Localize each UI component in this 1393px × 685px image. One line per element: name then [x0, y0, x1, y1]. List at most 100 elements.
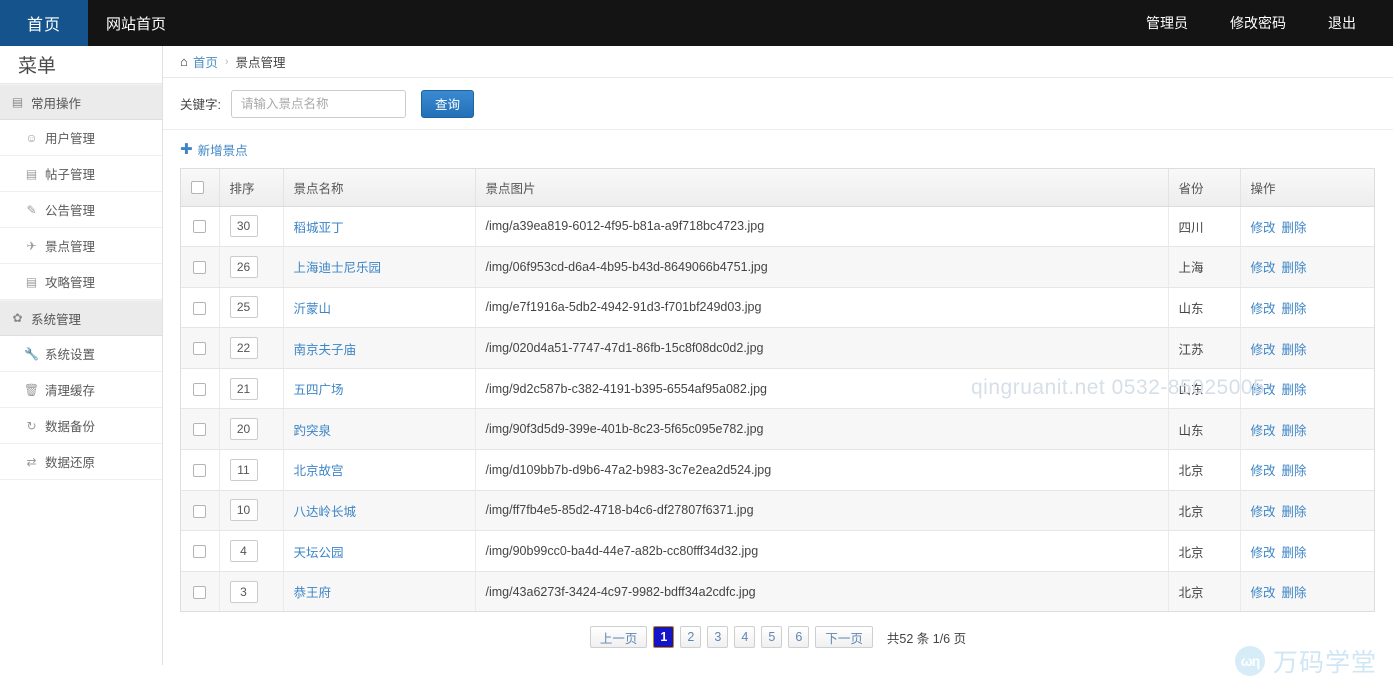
spot-image-path-cell: /img/020d4a51-7747-47d1-86fb-15c8f08dc0d… [475, 328, 1168, 369]
spot-name-link[interactable]: 天坛公园 [294, 546, 344, 560]
delete-link[interactable]: 删除 [1282, 221, 1307, 235]
edit-link[interactable]: 修改 [1251, 586, 1276, 600]
edit-link[interactable]: 修改 [1251, 221, 1276, 235]
order-input[interactable]: 22 [230, 337, 258, 359]
nav-link-logout[interactable]: 退出 [1307, 0, 1377, 46]
order-input[interactable]: 26 [230, 256, 258, 278]
edit-link[interactable]: 修改 [1251, 464, 1276, 478]
main-content: ⌂ 首页 › 景点管理 关键字: 查询 ✚ 新增景点 [163, 46, 1393, 685]
sidebar-item-data-restore[interactable]: ⇄ 数据还原 [0, 444, 162, 480]
header-order: 排序 [219, 169, 283, 206]
pagination-page-5[interactable]: 5 [761, 626, 782, 648]
edit-link[interactable]: 修改 [1251, 383, 1276, 397]
pagination-page-4[interactable]: 4 [734, 626, 755, 648]
order-input[interactable]: 3 [230, 581, 258, 603]
actions-cell: 修改删除 [1240, 571, 1374, 612]
order-input[interactable]: 4 [230, 540, 258, 562]
pen-icon: ✎ [24, 203, 39, 217]
order-input[interactable]: 10 [230, 499, 258, 521]
order-cell: 4 [219, 531, 283, 572]
spot-name-link[interactable]: 稻城亚丁 [294, 221, 344, 235]
smiley-icon: ☺ [24, 131, 39, 145]
sidebar-item-travel-guide-management[interactable]: ▤ 攻略管理 [0, 264, 162, 300]
edit-link[interactable]: 修改 [1251, 261, 1276, 275]
sidebar-item-user-management[interactable]: ☺ 用户管理 [0, 120, 162, 156]
pagination-prev[interactable]: 上一页 [590, 626, 648, 648]
spot-name-link[interactable]: 五四广场 [294, 383, 344, 397]
sidebar-group-system-management[interactable]: ✿ 系统管理 [0, 300, 162, 336]
row-checkbox[interactable] [193, 545, 206, 558]
actions-cell: 修改删除 [1240, 409, 1374, 450]
sidebar-item-scenic-spot-management[interactable]: ✈ 景点管理 [0, 228, 162, 264]
nav-link-website-home[interactable]: 网站首页 [88, 0, 184, 46]
row-checkbox[interactable] [193, 302, 206, 315]
row-checkbox[interactable] [193, 423, 206, 436]
edit-link[interactable]: 修改 [1251, 505, 1276, 519]
sidebar-item-announcement-management[interactable]: ✎ 公告管理 [0, 192, 162, 228]
spot-name-link[interactable]: 沂蒙山 [294, 302, 332, 316]
pagination-page-6[interactable]: 6 [788, 626, 809, 648]
sidebar-item-system-settings[interactable]: 🔧 系统设置 [0, 336, 162, 372]
actions-cell: 修改删除 [1240, 206, 1374, 247]
search-input[interactable] [231, 90, 406, 118]
nav-link-change-password[interactable]: 修改密码 [1209, 0, 1307, 46]
search-button[interactable]: 查询 [421, 90, 474, 118]
breadcrumb-home-link[interactable]: 首页 [193, 52, 218, 71]
pagination-page-3[interactable]: 3 [707, 626, 728, 648]
spot-name-cell: 稻城亚丁 [283, 206, 475, 247]
sidebar-item-label: 攻略管理 [45, 272, 95, 291]
document-icon: ▤ [24, 167, 39, 181]
spot-name-link[interactable]: 趵突泉 [294, 424, 332, 438]
pagination-page-1[interactable]: 1 [653, 626, 674, 648]
delete-link[interactable]: 删除 [1282, 261, 1307, 275]
order-input[interactable]: 20 [230, 418, 258, 440]
delete-link[interactable]: 删除 [1282, 383, 1307, 397]
order-input[interactable]: 21 [230, 378, 258, 400]
row-select-cell [181, 368, 219, 409]
add-scenic-spot-button[interactable]: ✚ 新增景点 [180, 140, 248, 159]
delete-link[interactable]: 删除 [1282, 343, 1307, 357]
delete-link[interactable]: 删除 [1282, 302, 1307, 316]
row-checkbox[interactable] [193, 383, 206, 396]
delete-link[interactable]: 删除 [1282, 586, 1307, 600]
spot-name-link[interactable]: 南京夫子庙 [294, 343, 357, 357]
delete-link[interactable]: 删除 [1282, 505, 1307, 519]
row-checkbox[interactable] [193, 505, 206, 518]
order-input[interactable]: 25 [230, 296, 258, 318]
sidebar-item-clear-cache[interactable]: 🗑 清理缓存 [0, 372, 162, 408]
row-checkbox[interactable] [193, 261, 206, 274]
order-input[interactable]: 11 [230, 459, 258, 481]
select-all-checkbox[interactable] [191, 181, 204, 194]
row-checkbox[interactable] [193, 464, 206, 477]
sidebar-item-post-management[interactable]: ▤ 帖子管理 [0, 156, 162, 192]
row-checkbox[interactable] [193, 586, 206, 599]
order-cell: 3 [219, 571, 283, 612]
spot-name-cell: 沂蒙山 [283, 287, 475, 328]
delete-link[interactable]: 删除 [1282, 424, 1307, 438]
pagination-next[interactable]: 下一页 [815, 626, 873, 648]
spot-name-link[interactable]: 上海迪士尼乐园 [294, 261, 382, 275]
pagination-page-2[interactable]: 2 [680, 626, 701, 648]
pagination: 上一页 1 2 3 4 5 6 下一页 共52 条 1/6 页 [163, 614, 1393, 660]
table-row: 3恭王府/img/43a6273f-3424-4c97-9982-bdff34a… [181, 571, 1374, 612]
spot-name-link[interactable]: 恭王府 [294, 586, 332, 600]
row-checkbox[interactable] [193, 220, 206, 233]
nav-brand-home[interactable]: 首页 [0, 0, 88, 46]
edit-link[interactable]: 修改 [1251, 424, 1276, 438]
spot-name-cell: 恭王府 [283, 571, 475, 612]
order-input[interactable]: 30 [230, 215, 258, 237]
nav-link-admin[interactable]: 管理员 [1125, 0, 1209, 46]
edit-link[interactable]: 修改 [1251, 546, 1276, 560]
spot-name-link[interactable]: 八达岭长城 [294, 505, 357, 519]
spot-name-link[interactable]: 北京故宫 [294, 464, 344, 478]
sidebar-item-data-backup[interactable]: ↻ 数据备份 [0, 408, 162, 444]
sidebar-group-common-operations[interactable]: ▤ 常用操作 [0, 84, 162, 120]
row-select-cell [181, 450, 219, 491]
row-checkbox[interactable] [193, 342, 206, 355]
edit-link[interactable]: 修改 [1251, 302, 1276, 316]
delete-link[interactable]: 删除 [1282, 546, 1307, 560]
edit-link[interactable]: 修改 [1251, 343, 1276, 357]
header-actions: 操作 [1240, 169, 1374, 206]
table-row: 20趵突泉/img/90f3d5d9-399e-401b-8c23-5f65c0… [181, 409, 1374, 450]
delete-link[interactable]: 删除 [1282, 464, 1307, 478]
